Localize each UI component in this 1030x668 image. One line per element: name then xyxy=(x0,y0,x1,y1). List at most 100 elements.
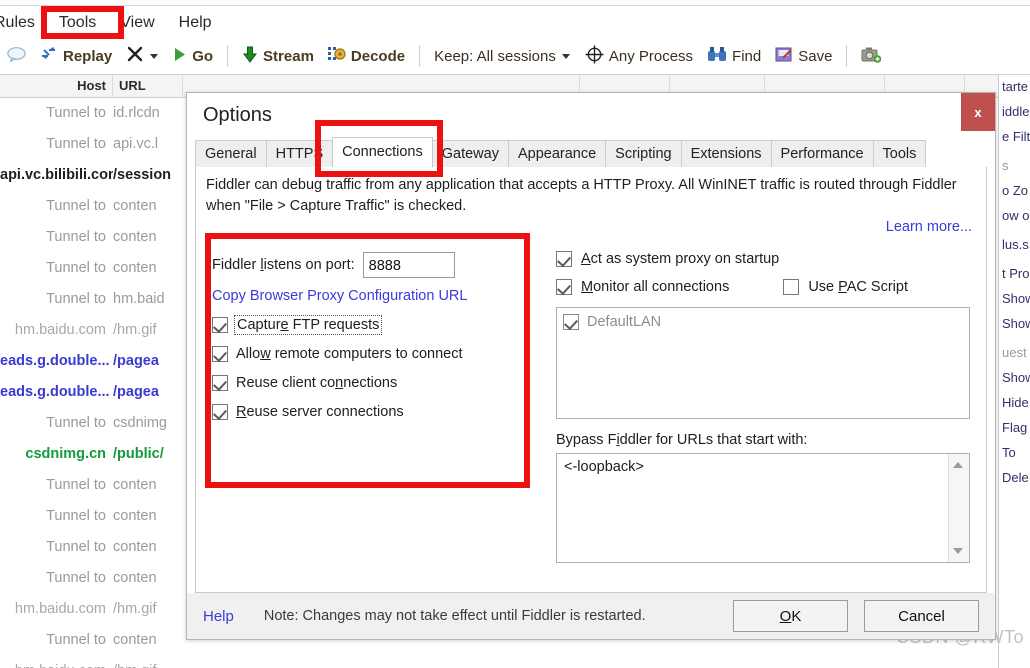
decode-button[interactable]: Decode xyxy=(321,44,412,69)
right-panel-item[interactable]: lus.s xyxy=(999,235,1030,254)
listen-port-label: Fiddler listens on port: xyxy=(212,257,355,273)
cell-host: Tunnel to xyxy=(46,229,106,245)
act-as-proxy-row[interactable]: Act as system proxy on startup xyxy=(556,251,970,267)
dialog-titlebar: Options x xyxy=(187,93,995,137)
monitor-all-row[interactable]: Monitor all connections Use PAC Script xyxy=(556,279,970,295)
scroll-up-icon[interactable] xyxy=(953,462,963,468)
right-panel-item[interactable]: o Zo xyxy=(999,181,1030,200)
options-dialog[interactable]: Options x General HTTPS Connections Gateway… xyxy=(186,92,996,640)
right-panel-item[interactable]: Show xyxy=(999,368,1030,387)
right-panel-item[interactable]: To xyxy=(999,443,1030,462)
bypass-scrollbar[interactable] xyxy=(948,454,969,562)
close-icon[interactable]: x xyxy=(961,93,995,131)
right-panel-item[interactable]: s xyxy=(999,156,1030,175)
cell-url: /hm.gif xyxy=(113,601,157,617)
right-panel-item[interactable]: Flag xyxy=(999,418,1030,437)
learn-more-link[interactable]: Learn more... xyxy=(886,219,972,235)
cell-host: hm.baidu.com xyxy=(14,601,106,617)
cell-url: /hm.gif xyxy=(113,322,157,338)
find-button[interactable]: Find xyxy=(700,44,768,69)
bypass-textarea[interactable]: <-loopback> xyxy=(556,453,970,563)
right-panel-item[interactable]: ow o xyxy=(999,206,1030,225)
right-panel-item[interactable]: tarte xyxy=(999,77,1030,96)
tab-scripting[interactable]: Scripting xyxy=(605,140,682,167)
cell-host: Tunnel to xyxy=(46,539,106,555)
right-panel-item[interactable]: t Pro xyxy=(999,264,1030,283)
table-row[interactable]: hm.baidu.com/hm.gif xyxy=(0,656,1030,668)
menu-item-help[interactable]: Help xyxy=(167,11,224,35)
checkbox-row[interactable]: Reuse client connections xyxy=(212,375,522,391)
checkbox-3[interactable] xyxy=(212,404,228,420)
any-process-button[interactable]: Any Process xyxy=(578,43,700,70)
replay-button[interactable]: Replay xyxy=(33,44,119,68)
tab-gateway[interactable]: Gateway xyxy=(431,140,509,167)
stream-button[interactable]: Stream xyxy=(235,44,321,69)
cell-host: Tunnel to xyxy=(46,291,106,307)
right-panel-item[interactable]: Show xyxy=(999,289,1030,308)
right-panel-item[interactable]: uest xyxy=(999,343,1030,362)
checkbox-row[interactable]: Reuse server connections xyxy=(212,404,522,420)
remove-button[interactable] xyxy=(119,43,166,69)
right-panel-item[interactable]: iddle xyxy=(999,102,1030,121)
dialog-tabstrip[interactable]: General HTTPS Connections Gateway Appearance… xyxy=(195,137,987,168)
cancel-button[interactable]: Cancel xyxy=(864,600,979,632)
cell-host: csdnimg.cn xyxy=(25,446,106,462)
menu-item-view[interactable]: View xyxy=(108,11,166,35)
right-panel-item[interactable]: e Filt xyxy=(999,127,1030,146)
cell-url: /pagea xyxy=(113,353,159,369)
tab-performance[interactable]: Performance xyxy=(770,140,874,167)
go-button[interactable]: Go xyxy=(166,45,220,68)
column-header-url[interactable]: URL xyxy=(113,75,183,97)
monitor-all-checkbox[interactable] xyxy=(556,279,572,295)
act-as-proxy-checkbox[interactable] xyxy=(556,251,572,267)
menu-item-rules[interactable]: Rules xyxy=(0,11,47,35)
tab-general[interactable]: General xyxy=(195,140,267,167)
checkbox-0[interactable] xyxy=(212,317,228,333)
any-process-label: Any Process xyxy=(608,47,694,65)
cell-host: Tunnel to xyxy=(46,570,106,586)
use-pac-script-checkbox[interactable] xyxy=(783,279,800,295)
copy-proxy-url-link[interactable]: Copy Browser Proxy Configuration URL xyxy=(212,288,522,304)
checkbox-1[interactable] xyxy=(212,346,228,362)
tab-connections[interactable]: Connections xyxy=(332,137,433,167)
dialog-body: General HTTPS Connections Gateway Appearance… xyxy=(187,137,995,639)
tab-appearance[interactable]: Appearance xyxy=(507,140,607,167)
right-panel-item[interactable]: Dele xyxy=(999,468,1030,487)
capture-snapshot-button[interactable] xyxy=(854,44,888,69)
right-side-panel[interactable]: tarte iddle e Filt s o Zo ow o lus.s t Pro Show S… xyxy=(998,75,1030,668)
defaultlan-checkbox[interactable] xyxy=(563,314,579,330)
chevron-down-icon[interactable] xyxy=(149,48,159,65)
lan-connections-list[interactable]: DefaultLAN xyxy=(556,307,970,419)
monitor-all-label: Monitor all connections xyxy=(581,279,730,295)
close-x-icon xyxy=(126,45,144,67)
checkbox-2[interactable] xyxy=(212,375,228,391)
checkbox-row[interactable]: Capture FTP requests xyxy=(212,315,522,335)
defaultlan-label: DefaultLAN xyxy=(587,314,662,330)
help-link[interactable]: Help xyxy=(203,608,234,625)
column-header-host[interactable]: Host xyxy=(0,75,113,97)
cell-url: csdnimg xyxy=(113,415,167,431)
cell-url: hm.baid xyxy=(113,291,165,307)
right-panel-item[interactable]: Show xyxy=(999,314,1030,333)
tab-tools[interactable]: Tools xyxy=(872,140,927,167)
save-disk-icon xyxy=(775,46,793,67)
cell-url: conten xyxy=(113,632,157,648)
tab-https[interactable]: HTTPS xyxy=(265,140,334,167)
scroll-down-icon[interactable] xyxy=(953,548,963,554)
comment-button[interactable] xyxy=(0,45,33,68)
cell-host: Tunnel to xyxy=(46,105,106,121)
menu-item-tools[interactable]: Tools xyxy=(47,11,108,35)
keep-sessions-dropdown[interactable]: Keep: All sessions xyxy=(427,46,578,67)
cell-host: Tunnel to xyxy=(46,198,106,214)
restart-note: Note: Changes may not take effect until … xyxy=(263,608,646,624)
list-item[interactable]: DefaultLAN xyxy=(563,314,963,330)
right-panel-item[interactable]: Hide xyxy=(999,393,1030,412)
save-button[interactable]: Save xyxy=(768,44,839,69)
down-arrow-icon xyxy=(242,46,258,67)
ok-button[interactable]: OK xyxy=(733,600,848,632)
tab-extensions[interactable]: Extensions xyxy=(680,140,772,167)
toolbar: Replay Go Stream Decode Keep: All sessio… xyxy=(0,38,1030,74)
chevron-down-icon[interactable] xyxy=(561,48,571,65)
listen-port-input[interactable]: 8888 xyxy=(362,252,455,278)
checkbox-row[interactable]: Allow remote computers to connect xyxy=(212,346,522,362)
